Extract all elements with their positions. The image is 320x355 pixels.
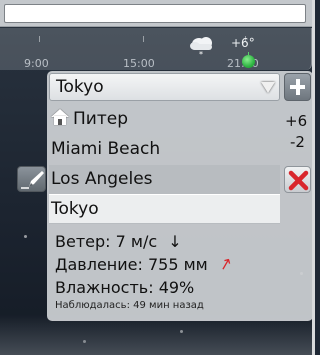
home-icon [51, 109, 69, 125]
dropdown-arrow-icon[interactable] [261, 82, 275, 93]
add-city-button[interactable] [284, 73, 311, 101]
city-option-label: Tokyo [51, 199, 99, 219]
humidity-value: Влажность: 49% [55, 278, 195, 297]
city-dropdown-list: Питер Miami Beach Los Angeles Tokyo [49, 105, 280, 225]
snow-cloud-icon: * [190, 37, 212, 58]
city-option-label: Los Angeles [51, 169, 153, 189]
top-bar [0, 0, 312, 27]
delete-city-button[interactable] [284, 166, 311, 193]
side-temperature-high: +6 [285, 112, 308, 130]
edit-city-button[interactable] [17, 166, 46, 192]
side-temperature-low: -2 [290, 133, 305, 151]
svg-text:*: * [199, 50, 203, 58]
scrollbar[interactable] [312, 0, 315, 355]
background-ground [0, 315, 315, 355]
timeline-tick [143, 36, 144, 42]
city-option-tokyo[interactable]: Tokyo [49, 194, 280, 224]
city-option-miami-beach[interactable]: Miami Beach [49, 135, 280, 165]
wind-direction-arrow: ↓ [168, 232, 182, 251]
city-option-label: Miami Beach [51, 139, 161, 159]
wind-value: Ветер: 7 м/с [55, 232, 158, 251]
city-option-piter[interactable]: Питер [49, 105, 280, 135]
timeline-label-0900: 9:00 [24, 57, 49, 70]
temperature-marker-dot[interactable] [242, 55, 255, 68]
close-icon [288, 170, 309, 191]
observed-time: Наблюдалась: 49 мин назад [55, 300, 204, 311]
timeline-label-1500: 15:00 [123, 57, 155, 70]
city-option-label: Питер [73, 109, 128, 129]
timeline-tick [39, 36, 40, 42]
city-option-los-angeles[interactable]: Los Angeles [49, 165, 280, 195]
timeline-temperature: +6° [231, 36, 255, 50]
snowflake [24, 235, 27, 238]
top-input[interactable] [4, 4, 306, 23]
pressure-value: Давление: 755 мм [55, 255, 208, 274]
pencil-icon [21, 171, 44, 189]
city-select-value: Tokyo [56, 77, 104, 97]
city-select[interactable]: Tokyo [49, 73, 280, 101]
